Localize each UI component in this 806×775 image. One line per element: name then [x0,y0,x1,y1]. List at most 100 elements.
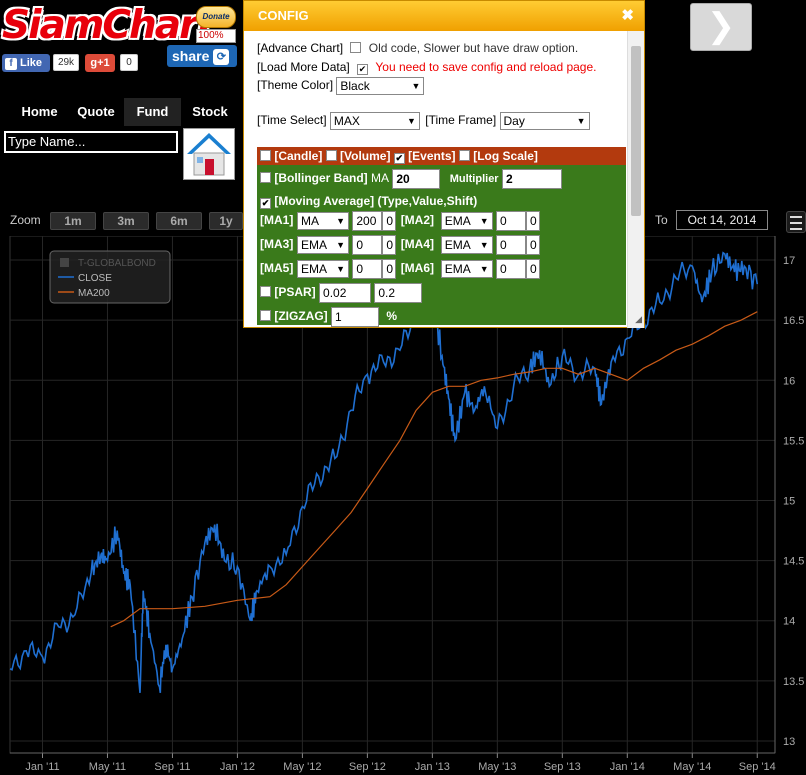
ma6-label: [MA6] [400,261,435,276]
nav-stock[interactable]: Stock [184,98,236,126]
ma1-type-select[interactable]: MA [297,212,349,230]
config-header[interactable]: CONFIG ✖ [244,1,644,31]
x-tick-label: May '14 [673,761,711,773]
ma6-value-input[interactable]: 0 [496,259,527,279]
moving-average-label: [Moving Average] (Type,Value,Shift) [274,194,478,208]
chart-options-bar: [Candle] [Volume] ✔ [Events] [Log Scale] [257,147,626,165]
advance-chart-note: Old code, Slower but have draw option. [368,41,579,55]
psar-checkbox[interactable] [260,286,271,298]
time-select-label: [Time Select] [257,113,327,128]
x-tick-label: May '12 [283,761,321,773]
share-button[interactable]: share ⟳ [167,45,237,67]
ma3-value-input[interactable]: 0 [352,235,383,255]
chevron-right-icon: ❯ [706,7,736,45]
bollinger-label: [Bollinger Band] [274,171,368,186]
x-tick-label: Sep '12 [349,761,386,773]
theme-row: [Theme Color] Black [257,77,425,95]
fb-like-label: Like [20,57,43,69]
legend-ma200: MA200 [78,288,110,299]
psar-step-input[interactable]: 0.02 [319,283,372,303]
nav-quote[interactable]: Quote [70,98,122,126]
legend-close: CLOSE [78,273,112,284]
bollinger-checkbox[interactable] [260,172,271,184]
psar-max-input[interactable]: 0.2 [374,283,423,303]
siamchart-logo[interactable]: SiamChart [2,5,215,47]
config-scrollbar[interactable] [627,31,644,328]
zigzag-input[interactable]: 1 [331,307,380,327]
search-input[interactable]: Type Name... [4,131,178,153]
next-arrow-button[interactable]: ❯ [690,3,752,51]
psar-label: [PSAR] [274,285,316,300]
load-more-note: You need to save config and reload page. [375,60,597,74]
bollinger-ma-input[interactable]: 20 [392,169,441,189]
bollinger-ma-label: MA [371,171,390,186]
zigzag-checkbox[interactable] [260,310,271,322]
x-tick-label: May '13 [478,761,516,773]
load-more-label: [Load More Data] [257,60,350,74]
chart-menu-icon[interactable] [786,211,806,233]
y-tick-label: 14 [783,616,795,628]
events-checkbox[interactable]: ✔ [393,153,405,164]
zoom-label: Zoom [10,213,41,227]
zigzag-label: [ZIGZAG] [274,309,328,324]
x-tick-label: Sep '11 [154,761,190,773]
ma3-shift-input[interactable]: 0 [382,235,397,255]
scrollbar-thumb[interactable] [631,46,641,216]
legend-title: T-GLOBALBOND [78,258,156,269]
theme-select[interactable]: Black [336,77,425,95]
events-label: [Events] [408,149,456,163]
y-tick-label: 13.5 [783,676,804,688]
y-tick-label: 15.5 [783,435,804,447]
ma6-type-select[interactable]: EMA [440,260,493,278]
resize-grip-icon[interactable]: ◢ [635,314,642,325]
ma5-type-select[interactable]: EMA [297,260,349,278]
load-more-row: [Load More Data] ✔ You need to save conf… [257,60,596,75]
donate-progress: 100% [196,29,236,43]
bollinger-multiplier-input[interactable]: 2 [501,169,562,189]
log-scale-checkbox[interactable] [458,150,470,161]
advance-chart-checkbox[interactable] [350,42,362,53]
donate-button[interactable]: Donate [196,6,236,28]
ma1-shift-input[interactable]: 0 [382,211,397,231]
ma4-type-select[interactable]: EMA [440,236,493,254]
ma1-value-input[interactable]: 200 [352,211,383,231]
ma2-shift-input[interactable]: 0 [526,211,541,231]
to-label: To [655,213,668,227]
ma6-shift-input[interactable]: 0 [526,259,541,279]
ma2-value-input[interactable]: 0 [496,211,527,231]
nav-home[interactable]: Home [12,98,67,126]
volume-label: [Volume] [340,149,391,163]
time-frame-select[interactable]: Day [499,112,590,130]
zoom-3m-button[interactable]: 3m [103,212,149,230]
close-icon[interactable]: ✖ [621,1,634,31]
ma4-shift-input[interactable]: 0 [526,235,541,255]
ma5-shift-input[interactable]: 0 [382,259,397,279]
ma4-value-input[interactable]: 0 [496,235,527,255]
load-more-checkbox[interactable]: ✔ [357,64,369,75]
ma3-type-select[interactable]: EMA [297,236,349,254]
google-plus-button[interactable]: g+1 [85,54,115,72]
zoom-1m-button[interactable]: 1m [50,212,96,230]
time-frame-label: [Time Frame] [425,113,497,128]
x-tick-label: Jan '14 [610,761,645,773]
zoom-6m-button[interactable]: 6m [156,212,202,230]
legend-checkbox[interactable] [60,258,69,267]
ma2-type-select[interactable]: EMA [440,212,493,230]
time-select[interactable]: MAX [329,112,420,130]
y-tick-label: 14.5 [783,556,804,568]
home-icon[interactable] [183,128,235,180]
facebook-like-button[interactable]: f Like [2,54,50,72]
to-date-input[interactable]: Oct 14, 2014 [676,210,768,230]
moving-average-checkbox[interactable]: ✔ [260,198,271,209]
advance-chart-label: [Advance Chart] [257,41,344,55]
candle-checkbox[interactable] [260,150,271,161]
nav-fund[interactable]: Fund [124,98,181,126]
facebook-icon: f [5,58,17,70]
moving-average-row: ✔ [Moving Average] (Type,Value,Shift) [260,194,477,209]
zigzag-row: [ZIGZAG] 1 % [260,307,397,327]
zigzag-unit: % [386,309,398,324]
zoom-1y-button[interactable]: 1y [209,212,243,230]
indicator-panel: [Bollinger Band] MA 20 Multiplier 2 ✔ [M… [257,165,626,327]
ma5-value-input[interactable]: 0 [352,259,383,279]
volume-checkbox[interactable] [325,150,337,161]
